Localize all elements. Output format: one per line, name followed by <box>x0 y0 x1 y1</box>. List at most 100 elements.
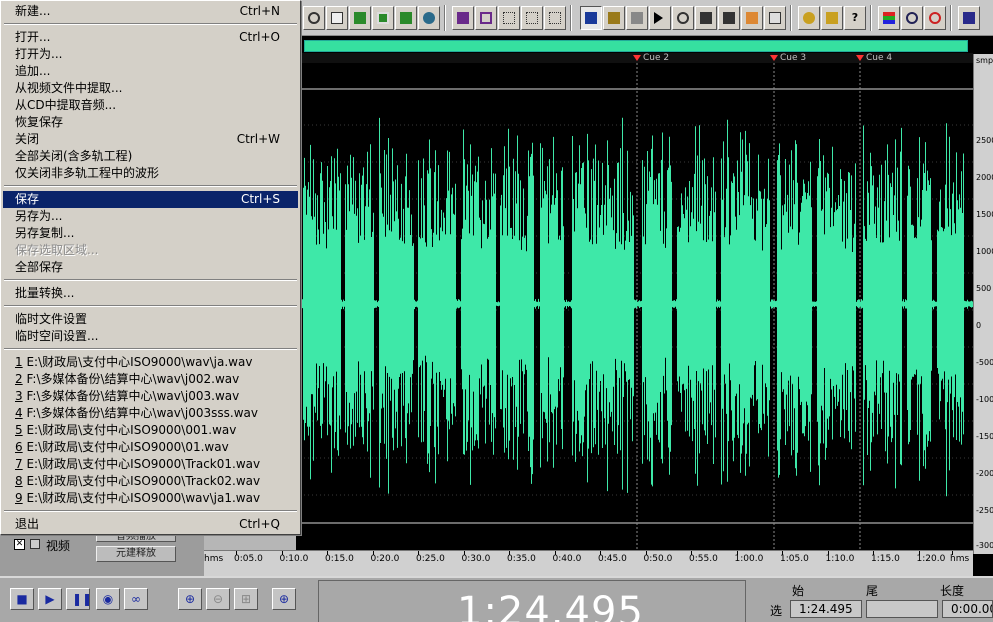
menu-item-recent-file[interactable]: 9 E:\财政局\支付中心ISO9000\wav\ja1.wav <box>3 490 298 507</box>
frequency-icon[interactable] <box>475 6 497 30</box>
video-mode-box[interactable] <box>30 539 40 549</box>
time-tick <box>736 551 738 555</box>
help-icon[interactable]: ? <box>844 6 866 30</box>
time-icon[interactable] <box>695 6 717 30</box>
cue-marker[interactable] <box>770 55 778 61</box>
menu-item-extract-cd[interactable]: 从CD中提取音频... <box>3 97 298 114</box>
time-tick-label: 0:25.0 <box>416 554 445 564</box>
pause-icon[interactable]: ❚❚ <box>66 588 92 610</box>
menu-item-append[interactable]: 追加... <box>3 63 298 80</box>
menu-separator <box>4 510 297 512</box>
cut-icon[interactable] <box>303 6 325 30</box>
menu-item-close-non-multitrack[interactable]: 仅关闭非多轨工程中的波形 <box>3 165 298 182</box>
selection-end-field[interactable] <box>866 600 938 618</box>
menu-item-close[interactable]: 关闭 Ctrl+W <box>3 131 298 148</box>
amplitude-tick-label: 500 <box>976 284 992 293</box>
cue-marker[interactable] <box>856 55 864 61</box>
waveform-plot[interactable] <box>296 63 973 550</box>
toolbar-separator <box>570 5 572 31</box>
menu-item-extract-video[interactable]: 从视频文件中提取... <box>3 80 298 97</box>
left-panel: ✕ 视频 音频播放 元建释放 <box>0 532 204 576</box>
play-icon[interactable]: ▶ <box>38 588 62 610</box>
view-icon-3[interactable] <box>626 6 648 30</box>
play-icon[interactable] <box>649 6 671 30</box>
grid-icon-3[interactable] <box>544 6 566 30</box>
length-column-header: 长度 <box>940 584 965 598</box>
waveform-trace <box>296 117 973 497</box>
envelope-icon[interactable] <box>452 6 474 30</box>
menu-item-temp-file-settings[interactable]: 临时文件设置 <box>3 311 298 328</box>
analyze-icon[interactable] <box>924 6 946 30</box>
time-tick-label: 0:55.0 <box>689 554 718 564</box>
menu-item-recent-file[interactable]: 4 F:\多媒体备份\结算中心\wav\j003sss.wav <box>3 405 298 422</box>
menu-item-recent-file[interactable]: 5 E:\财政局\支付中心ISO9000\001.wav <box>3 422 298 439</box>
menu-item-save[interactable]: 保存 Ctrl+S <box>3 191 298 208</box>
copy-icon[interactable] <box>326 6 348 30</box>
spectrum-icon[interactable] <box>741 6 763 30</box>
paste-icon[interactable] <box>349 6 371 30</box>
menu-item-exit[interactable]: 退出 Ctrl+Q <box>3 516 298 533</box>
start-column-header: 始 <box>792 584 805 598</box>
menu-separator <box>4 305 297 307</box>
paste-mix-icon[interactable] <box>372 6 394 30</box>
time-tick-label: 1:15.0 <box>871 554 900 564</box>
zoom-out-icon[interactable]: ⊖ <box>206 588 230 610</box>
cue-marker[interactable] <box>633 55 641 61</box>
zoom-full-icon[interactable]: ⊞ <box>234 588 258 610</box>
menu-item-recent-file[interactable]: 7 E:\财政局\支付中心ISO9000\Track01.wav <box>3 456 298 473</box>
menu-item-close-all[interactable]: 全部关闭(含多轨工程) <box>3 148 298 165</box>
zoom-icon[interactable] <box>672 6 694 30</box>
grid-icon-1[interactable] <box>498 6 520 30</box>
blank-icon[interactable] <box>764 6 786 30</box>
menu-item-recent-file[interactable]: 3 F:\多媒体备份\结算中心\wav\j003.wav <box>3 388 298 405</box>
amplitude-tick-label: -3000 <box>976 541 993 550</box>
time-tick-label: 0:15.0 <box>325 554 354 564</box>
stop-icon[interactable]: ■ <box>10 588 34 610</box>
menu-item-recent-file[interactable]: 6 E:\财政局\支付中心ISO9000\01.wav <box>3 439 298 456</box>
menu-item-recent-file[interactable]: 2 F:\多媒体备份\结算中心\wav\j002.wav <box>3 371 298 388</box>
menu-item-recent-file[interactable]: 8 E:\财政局\支付中心ISO9000\Track02.wav <box>3 473 298 490</box>
menu-item-save-all[interactable]: 全部保存 <box>3 259 298 276</box>
loop-icon[interactable]: ∞ <box>124 588 148 610</box>
menu-item-save-copy[interactable]: 另存复制... <box>3 225 298 242</box>
script-icon[interactable] <box>821 6 843 30</box>
time-tick-label: 0:30.0 <box>461 554 491 564</box>
time-tick-label: 0:45.0 <box>598 554 627 564</box>
search-icon[interactable] <box>901 6 923 30</box>
time-tick-label: 1:00.0 <box>734 554 764 564</box>
current-time: 1:24.495 <box>457 589 644 622</box>
amplitude-tick-label: -1000 <box>976 395 993 404</box>
trim-icon[interactable] <box>395 6 417 30</box>
bbb-icon[interactable] <box>718 6 740 30</box>
view-icon-1[interactable] <box>580 6 602 30</box>
view-icon-2[interactable] <box>603 6 625 30</box>
selection-start-field[interactable]: 1:24.495 <box>790 600 862 618</box>
selection-length-field[interactable]: 0:00.000 <box>942 600 993 618</box>
waveform-view[interactable]: Cue 2 Cue 3 Cue 4 smp 2500 2000 1500 1000 50… <box>204 36 993 576</box>
mix-paste-icon[interactable] <box>418 6 440 30</box>
menu-item-batch-convert[interactable]: 批量转换... <box>3 285 298 302</box>
menu-item-recent-file[interactable]: 1 E:\财政局\支付中心ISO9000\wav\ja.wav <box>3 354 298 371</box>
menu-item-open[interactable]: 打开... Ctrl+O <box>3 29 298 46</box>
cue-bar[interactable]: Cue 2 Cue 3 Cue 4 <box>296 53 973 63</box>
release-button[interactable]: 元建释放 <box>96 546 176 562</box>
menu-item-new[interactable]: 新建... Ctrl+N <box>3 3 298 20</box>
zoom-selection-icon[interactable]: ⊕ <box>272 588 296 610</box>
time-tick <box>827 551 829 555</box>
edit-icon[interactable] <box>958 6 980 30</box>
levels-icon[interactable] <box>878 6 900 30</box>
play-to-end-icon[interactable]: ◉ <box>96 588 120 610</box>
overview-bar[interactable] <box>304 40 968 52</box>
menu-item-temp-space-settings[interactable]: 临时空间设置... <box>3 328 298 345</box>
time-tick <box>236 551 237 555</box>
video-checkbox[interactable]: ✕ <box>14 539 25 550</box>
toolbar-separator <box>870 5 872 31</box>
menu-item-revert[interactable]: 恢复保存 <box>3 114 298 131</box>
settings-icon[interactable] <box>798 6 820 30</box>
menu-item-open-as[interactable]: 打开为... <box>3 46 298 63</box>
menu-item-save-as[interactable]: 另存为... <box>3 208 298 225</box>
time-tick-label: hms <box>950 554 970 564</box>
grid-icon-2[interactable] <box>521 6 543 30</box>
zoom-in-icon[interactable]: ⊕ <box>178 588 202 610</box>
time-tick-label: 0:40.0 <box>552 554 582 564</box>
